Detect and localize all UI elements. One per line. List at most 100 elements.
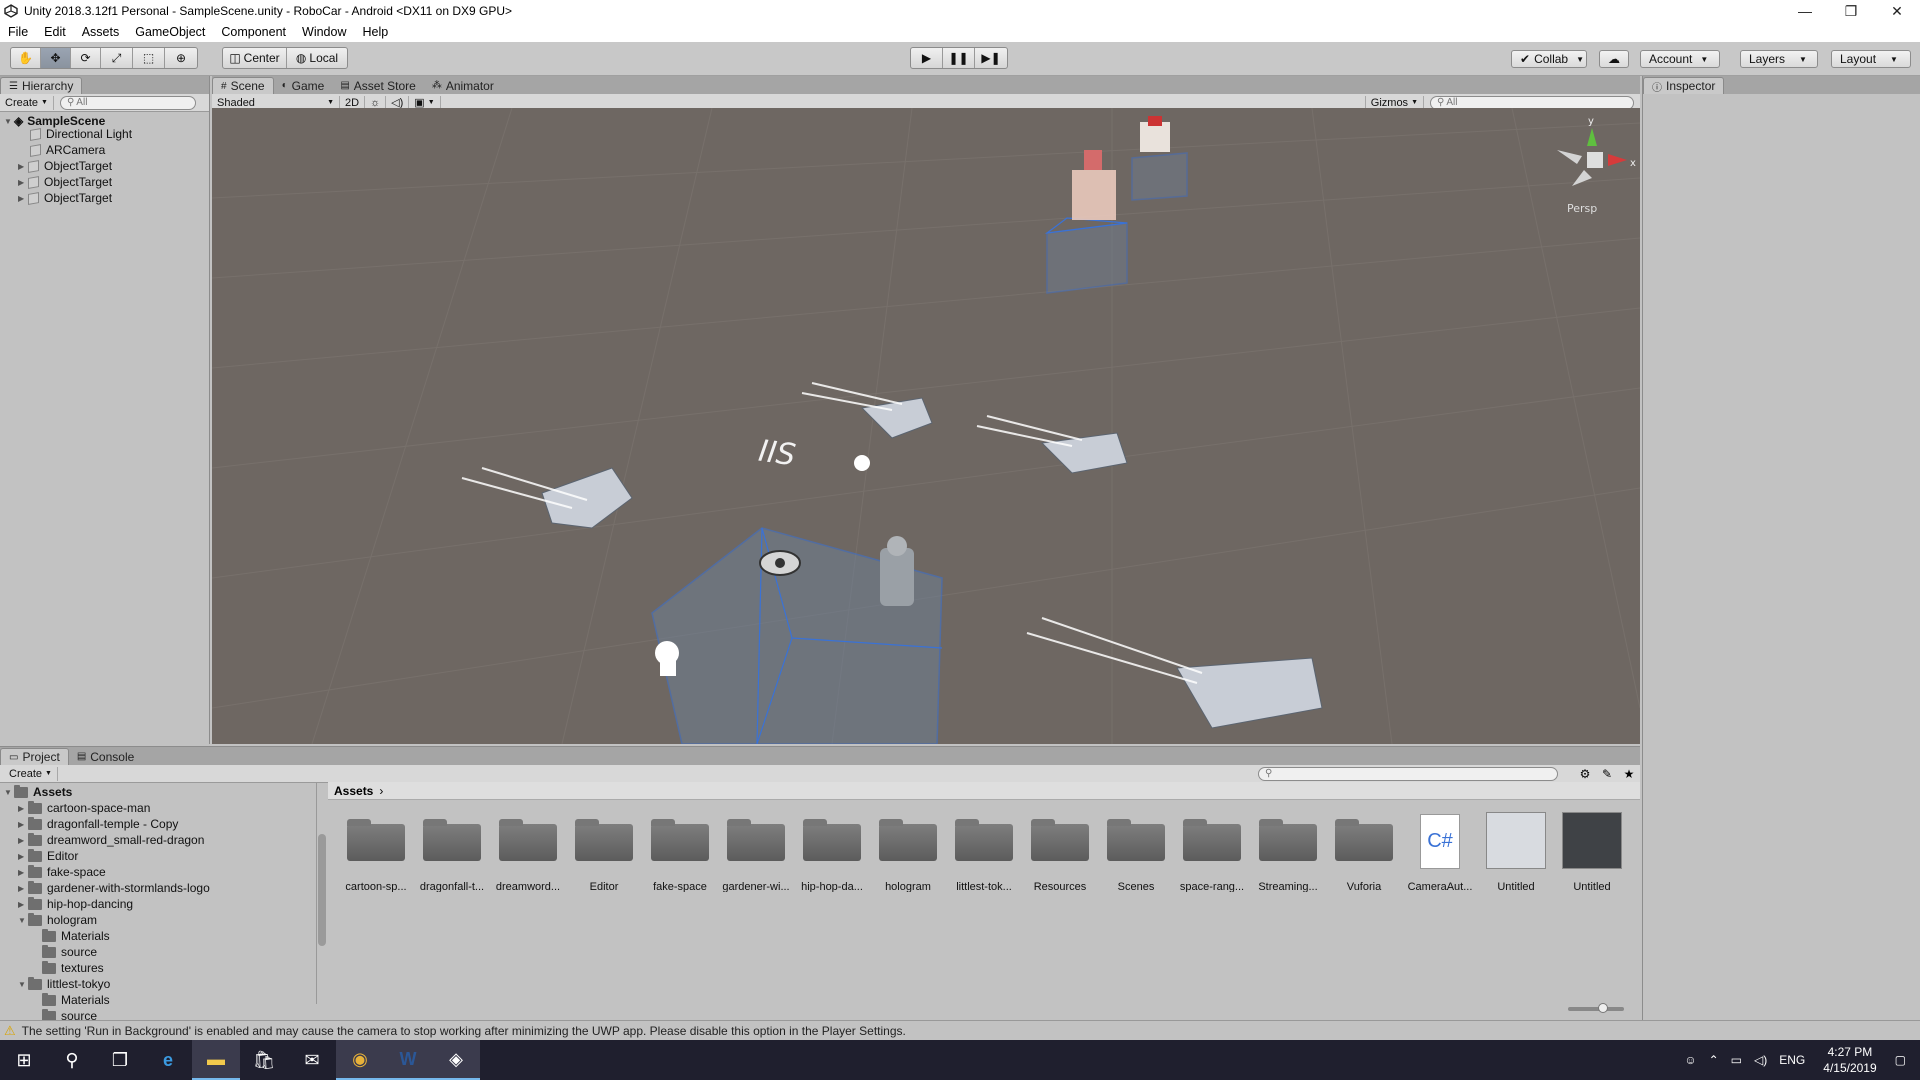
clock[interactable]: 4:27 PM 4/15/2019 [1823,1044,1876,1076]
expand-arrow-icon[interactable]: ▼ [18,916,28,925]
hierarchy-item[interactable]: ▶ ObjectTarget [18,174,112,190]
rotate-tool-icon[interactable]: ⟳ [71,48,101,68]
expand-arrow-icon[interactable]: ▶ [18,820,28,829]
expand-arrow-icon[interactable]: ▶ [18,162,28,171]
chevron-up-icon[interactable]: ⌃ [1709,1053,1719,1067]
mail-icon[interactable]: ✉ [288,1040,336,1080]
language-indicator[interactable]: ENG [1779,1053,1805,1067]
project-root[interactable]: ▼ Assets [4,784,72,800]
file-explorer-icon[interactable]: ▬ [192,1040,240,1080]
hand-tool-icon[interactable]: ✋ [11,48,41,68]
project-tree-item[interactable]: ▶ gardener-with-stormlands-logo [18,880,210,896]
hierarchy-create-dropdown[interactable]: Create ▼ [0,95,54,110]
notifications-icon[interactable]: ▢ [1895,1053,1906,1067]
project-tree-item[interactable]: source [42,944,97,960]
project-tree-item[interactable]: ▶ hip-hop-dancing [18,896,133,912]
breadcrumb-assets[interactable]: Assets [334,784,373,798]
expand-arrow-icon[interactable]: ▶ [18,868,28,877]
project-tree-item[interactable]: ▶ fake-space [18,864,106,880]
close-button[interactable]: ✕ [1874,0,1920,22]
asset-item[interactable]: hologram [870,812,946,892]
project-create-dropdown[interactable]: Create ▼ [4,766,58,781]
expand-arrow-icon[interactable]: ▼ [4,788,14,797]
target-box-top-small[interactable] [1131,152,1188,201]
local-toggle[interactable]: ◍ Local [287,48,347,68]
menu-gameobject[interactable]: GameObject [127,25,213,39]
tree-scrollbar[interactable] [316,782,326,1004]
icon-size-slider[interactable] [1568,1003,1624,1013]
expand-arrow-icon[interactable]: ▶ [18,178,28,187]
step-button[interactable]: ▶❚ [975,48,1007,68]
asset-item[interactable]: Untitled [1478,812,1554,892]
projection-label[interactable]: Persp [1567,202,1597,215]
asset-item[interactable]: gardener-wi... [718,812,794,892]
expand-arrow-icon[interactable]: ▶ [18,836,28,845]
minimize-button[interactable]: — [1782,0,1828,22]
project-tree-item[interactable]: ▶ dreamword_small-red-dragon [18,832,204,848]
asset-item[interactable]: dragonfall-t... [414,812,490,892]
scene-canvas[interactable]: IIS y x Persp [212,108,1640,744]
project-tree-item[interactable]: ▶ cartoon-space-man [18,800,150,816]
scale-tool-icon[interactable]: ⤢ [101,48,133,68]
menu-assets[interactable]: Assets [74,25,128,39]
expand-arrow-icon[interactable]: ▼ [18,980,28,989]
filter-type-icon[interactable]: ⚙ [1574,767,1596,781]
tree-scrollbar-thumb[interactable] [318,834,326,946]
tab-hierarchy[interactable]: ☰ Hierarchy [0,77,83,94]
hierarchy-item[interactable]: ARCamera [30,142,105,158]
menu-edit[interactable]: Edit [36,25,74,39]
project-tree-item[interactable]: ▶ Editor [18,848,78,864]
move-tool-icon[interactable]: ✥ [41,48,71,68]
start-button-icon[interactable]: ⊞ [0,1040,48,1080]
tab-asset-store[interactable]: ▤ Asset Store [332,77,423,94]
pause-button[interactable]: ❚❚ [943,48,975,68]
asset-item[interactable]: Untitled [1554,812,1630,892]
asset-item[interactable]: Resources [1022,812,1098,892]
asset-item[interactable]: C# CameraAut... [1402,812,1478,892]
project-tree-item[interactable]: Materials [42,928,110,944]
hierarchy-search-input[interactable]: ⚲ All [59,95,196,110]
tab-console[interactable]: ▤ Console [69,748,142,765]
collab-dropdown[interactable]: ✔ Collab ▼ [1511,50,1587,68]
transform-tool-icon[interactable]: ⊕ [165,48,197,68]
project-tree-item[interactable]: textures [42,960,104,976]
status-bar[interactable]: ⚠ The setting 'Run in Background' is ena… [0,1020,1920,1040]
people-icon[interactable]: ☺ [1684,1053,1696,1067]
asset-item[interactable]: Streaming... [1250,812,1326,892]
cloud-button[interactable]: ☁ [1599,50,1629,68]
expand-arrow-icon[interactable]: ▶ [18,900,28,909]
chrome-icon[interactable]: ◉ [336,1040,384,1080]
scene-orientation-gizmo[interactable]: y x Persp [1557,116,1636,215]
hierarchy-item[interactable]: ▶ ObjectTarget [18,190,112,206]
store-icon[interactable]: 🛍 [240,1040,288,1080]
expand-arrow-icon[interactable]: ▶ [18,194,28,203]
scene-viewport[interactable]: IIS y x Persp [212,108,1640,744]
asset-item[interactable]: Vuforia [1326,812,1402,892]
filter-label-icon[interactable]: ✎ [1596,767,1618,781]
tab-game[interactable]: ◐ Game [274,77,333,94]
menu-window[interactable]: Window [294,25,354,39]
target-box-top[interactable] [1044,217,1128,294]
expand-arrow-icon[interactable]: ▶ [18,884,28,893]
menu-file[interactable]: File [0,25,36,39]
expand-arrow-icon[interactable]: ▶ [18,852,28,861]
menu-component[interactable]: Component [213,25,294,39]
asset-item[interactable]: Editor [566,812,642,892]
asset-item[interactable]: space-rang... [1174,812,1250,892]
icon-size-slider-thumb[interactable] [1598,1003,1608,1013]
center-toggle[interactable]: ◫ Center [223,48,287,68]
asset-item[interactable]: Scenes [1098,812,1174,892]
network-icon[interactable]: ▭ [1731,1053,1742,1067]
tab-project[interactable]: ▭ Project [0,748,69,765]
task-view-icon[interactable]: ❐ [96,1040,144,1080]
tab-scene[interactable]: # Scene [212,77,274,94]
rect-tool-icon[interactable]: ⬚ [133,48,165,68]
unity-app-icon[interactable]: ◈ [432,1040,480,1080]
hierarchy-item[interactable]: Directional Light [30,126,132,142]
hierarchy-item[interactable]: ▶ ObjectTarget [18,158,112,174]
project-tree-item[interactable]: ▼ littlest-tokyo [18,976,110,992]
play-button[interactable]: ▶ [911,48,943,68]
project-search-input[interactable]: ⚲ [1258,766,1558,781]
favorites-star-icon[interactable]: ★ [1618,767,1640,781]
account-dropdown[interactable]: Account ▼ [1640,50,1720,68]
